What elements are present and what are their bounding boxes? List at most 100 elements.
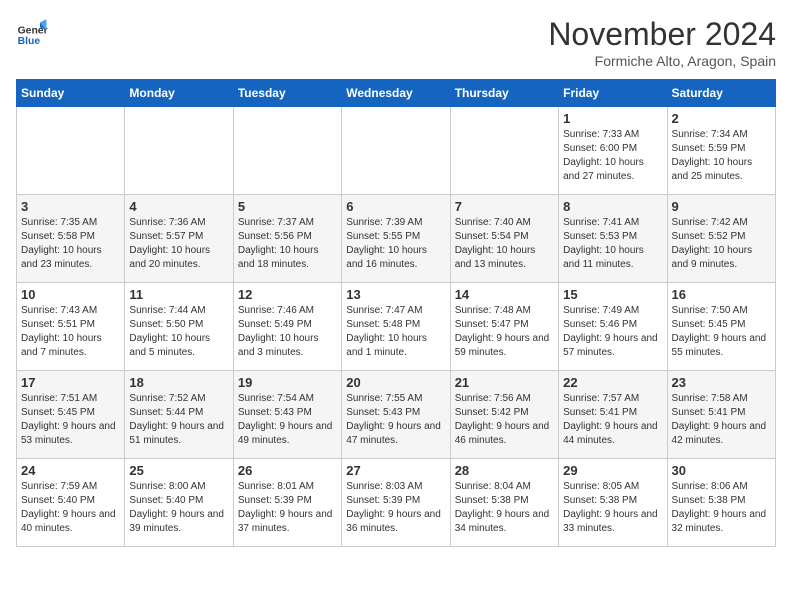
day-number: 25 <box>129 463 228 478</box>
day-number: 29 <box>563 463 662 478</box>
day-info: Sunrise: 8:00 AM Sunset: 5:40 PM Dayligh… <box>129 480 228 536</box>
logo-icon: General Blue <box>16 16 48 48</box>
day-info: Sunrise: 7:52 AM Sunset: 5:44 PM Dayligh… <box>129 392 228 448</box>
day-info: Sunrise: 7:42 AM Sunset: 5:52 PM Dayligh… <box>672 216 771 272</box>
day-info: Sunrise: 7:44 AM Sunset: 5:50 PM Dayligh… <box>129 304 228 360</box>
calendar-cell: 25 Sunrise: 8:00 AM Sunset: 5:40 PM Dayli… <box>125 459 233 547</box>
calendar-cell: 23 Sunrise: 7:58 AM Sunset: 5:41 PM Dayli… <box>667 371 775 459</box>
day-info: Sunrise: 7:55 AM Sunset: 5:43 PM Dayligh… <box>346 392 445 448</box>
day-number: 27 <box>346 463 445 478</box>
day-number: 24 <box>21 463 120 478</box>
day-number: 28 <box>455 463 554 478</box>
calendar-cell: 22Sunrise: 7:57 AM Sunset: 5:41 PM Dayli… <box>559 371 667 459</box>
calendar-cell: 20 Sunrise: 7:55 AM Sunset: 5:43 PM Dayli… <box>342 371 450 459</box>
title-block: November 2024 Formiche Alto, Aragon, Spa… <box>548 16 776 69</box>
calendar-cell: 2 Sunrise: 7:34 AM Sunset: 5:59 PM Daylig… <box>667 107 775 195</box>
day-number: 2 <box>672 111 771 126</box>
calendar-cell: 28 Sunrise: 8:04 AM Sunset: 5:38 PM Dayli… <box>450 459 558 547</box>
calendar-cell: 21Sunrise: 7:56 AM Sunset: 5:42 PM Dayli… <box>450 371 558 459</box>
day-of-week-header: Sunday <box>17 80 125 107</box>
day-number: 23 <box>672 375 771 390</box>
day-number: 26 <box>238 463 337 478</box>
day-info: Sunrise: 7:46 AM Sunset: 5:49 PM Dayligh… <box>238 304 337 360</box>
calendar-cell: 12 Sunrise: 7:46 AM Sunset: 5:49 PM Dayli… <box>233 283 341 371</box>
day-of-week-header: Friday <box>559 80 667 107</box>
day-info: Sunrise: 7:33 AM Sunset: 6:00 PM Dayligh… <box>563 128 662 184</box>
day-number: 18 <box>129 375 228 390</box>
day-number: 3 <box>21 199 120 214</box>
logo: General Blue <box>16 16 48 48</box>
calendar-cell: 14Sunrise: 7:48 AM Sunset: 5:47 PM Dayli… <box>450 283 558 371</box>
calendar-cell: 10Sunrise: 7:43 AM Sunset: 5:51 PM Dayli… <box>17 283 125 371</box>
day-info: Sunrise: 7:54 AM Sunset: 5:43 PM Dayligh… <box>238 392 337 448</box>
calendar-week-row: 24 Sunrise: 7:59 AM Sunset: 5:40 PM Dayli… <box>17 459 776 547</box>
calendar-cell: 6 Sunrise: 7:39 AM Sunset: 5:55 PM Daylig… <box>342 195 450 283</box>
calendar-body: 1 Sunrise: 7:33 AM Sunset: 6:00 PM Daylig… <box>17 107 776 547</box>
calendar-cell: 15 Sunrise: 7:49 AM Sunset: 5:46 PM Dayli… <box>559 283 667 371</box>
day-number: 4 <box>129 199 228 214</box>
day-number: 15 <box>563 287 662 302</box>
day-info: Sunrise: 8:04 AM Sunset: 5:38 PM Dayligh… <box>455 480 554 536</box>
day-info: Sunrise: 8:05 AM Sunset: 5:38 PM Dayligh… <box>563 480 662 536</box>
day-of-week-header: Monday <box>125 80 233 107</box>
calendar-table: SundayMondayTuesdayWednesdayThursdayFrid… <box>16 79 776 547</box>
day-number: 9 <box>672 199 771 214</box>
day-info: Sunrise: 7:58 AM Sunset: 5:41 PM Dayligh… <box>672 392 771 448</box>
calendar-header-row: SundayMondayTuesdayWednesdayThursdayFrid… <box>17 80 776 107</box>
day-number: 12 <box>238 287 337 302</box>
calendar-cell: 27 Sunrise: 8:03 AM Sunset: 5:39 PM Dayli… <box>342 459 450 547</box>
calendar-week-row: 1 Sunrise: 7:33 AM Sunset: 6:00 PM Daylig… <box>17 107 776 195</box>
day-info: Sunrise: 7:40 AM Sunset: 5:54 PM Dayligh… <box>455 216 554 272</box>
day-info: Sunrise: 7:35 AM Sunset: 5:58 PM Dayligh… <box>21 216 120 272</box>
day-info: Sunrise: 7:50 AM Sunset: 5:45 PM Dayligh… <box>672 304 771 360</box>
day-number: 20 <box>346 375 445 390</box>
calendar-cell: 13Sunrise: 7:47 AM Sunset: 5:48 PM Dayli… <box>342 283 450 371</box>
calendar-cell: 3 Sunrise: 7:35 AM Sunset: 5:58 PM Daylig… <box>17 195 125 283</box>
day-number: 11 <box>129 287 228 302</box>
day-info: Sunrise: 7:34 AM Sunset: 5:59 PM Dayligh… <box>672 128 771 184</box>
calendar-cell <box>342 107 450 195</box>
calendar-cell: 7 Sunrise: 7:40 AM Sunset: 5:54 PM Daylig… <box>450 195 558 283</box>
day-number: 19 <box>238 375 337 390</box>
day-info: Sunrise: 7:39 AM Sunset: 5:55 PM Dayligh… <box>346 216 445 272</box>
day-number: 5 <box>238 199 337 214</box>
day-info: Sunrise: 7:47 AM Sunset: 5:48 PM Dayligh… <box>346 304 445 360</box>
calendar-cell: 9 Sunrise: 7:42 AM Sunset: 5:52 PM Daylig… <box>667 195 775 283</box>
svg-text:Blue: Blue <box>18 36 41 47</box>
day-info: Sunrise: 7:43 AM Sunset: 5:51 PM Dayligh… <box>21 304 120 360</box>
day-info: Sunrise: 7:36 AM Sunset: 5:57 PM Dayligh… <box>129 216 228 272</box>
day-of-week-header: Saturday <box>667 80 775 107</box>
calendar-cell <box>233 107 341 195</box>
location-subtitle: Formiche Alto, Aragon, Spain <box>548 53 776 69</box>
day-info: Sunrise: 7:59 AM Sunset: 5:40 PM Dayligh… <box>21 480 120 536</box>
calendar-week-row: 3 Sunrise: 7:35 AM Sunset: 5:58 PM Daylig… <box>17 195 776 283</box>
calendar-cell: 5 Sunrise: 7:37 AM Sunset: 5:56 PM Daylig… <box>233 195 341 283</box>
day-number: 16 <box>672 287 771 302</box>
day-info: Sunrise: 7:51 AM Sunset: 5:45 PM Dayligh… <box>21 392 120 448</box>
day-info: Sunrise: 7:37 AM Sunset: 5:56 PM Dayligh… <box>238 216 337 272</box>
day-number: 6 <box>346 199 445 214</box>
calendar-cell: 24 Sunrise: 7:59 AM Sunset: 5:40 PM Dayli… <box>17 459 125 547</box>
calendar-cell <box>450 107 558 195</box>
calendar-week-row: 10Sunrise: 7:43 AM Sunset: 5:51 PM Dayli… <box>17 283 776 371</box>
calendar-cell: 16 Sunrise: 7:50 AM Sunset: 5:45 PM Dayli… <box>667 283 775 371</box>
day-info: Sunrise: 7:56 AM Sunset: 5:42 PM Dayligh… <box>455 392 554 448</box>
day-of-week-header: Thursday <box>450 80 558 107</box>
day-info: Sunrise: 7:57 AM Sunset: 5:41 PM Dayligh… <box>563 392 662 448</box>
calendar-cell: 18 Sunrise: 7:52 AM Sunset: 5:44 PM Dayli… <box>125 371 233 459</box>
calendar-cell: 19 Sunrise: 7:54 AM Sunset: 5:43 PM Dayli… <box>233 371 341 459</box>
calendar-cell <box>125 107 233 195</box>
day-number: 7 <box>455 199 554 214</box>
calendar-cell: 8Sunrise: 7:41 AM Sunset: 5:53 PM Daylig… <box>559 195 667 283</box>
page-header: General Blue November 2024 Formiche Alto… <box>16 16 776 69</box>
day-number: 1 <box>563 111 662 126</box>
calendar-cell: 11 Sunrise: 7:44 AM Sunset: 5:50 PM Dayli… <box>125 283 233 371</box>
calendar-cell: 17Sunrise: 7:51 AM Sunset: 5:45 PM Dayli… <box>17 371 125 459</box>
day-info: Sunrise: 8:03 AM Sunset: 5:39 PM Dayligh… <box>346 480 445 536</box>
day-number: 30 <box>672 463 771 478</box>
calendar-week-row: 17Sunrise: 7:51 AM Sunset: 5:45 PM Dayli… <box>17 371 776 459</box>
calendar-cell: 4 Sunrise: 7:36 AM Sunset: 5:57 PM Daylig… <box>125 195 233 283</box>
day-info: Sunrise: 7:41 AM Sunset: 5:53 PM Dayligh… <box>563 216 662 272</box>
day-info: Sunrise: 7:49 AM Sunset: 5:46 PM Dayligh… <box>563 304 662 360</box>
month-title: November 2024 <box>548 16 776 53</box>
